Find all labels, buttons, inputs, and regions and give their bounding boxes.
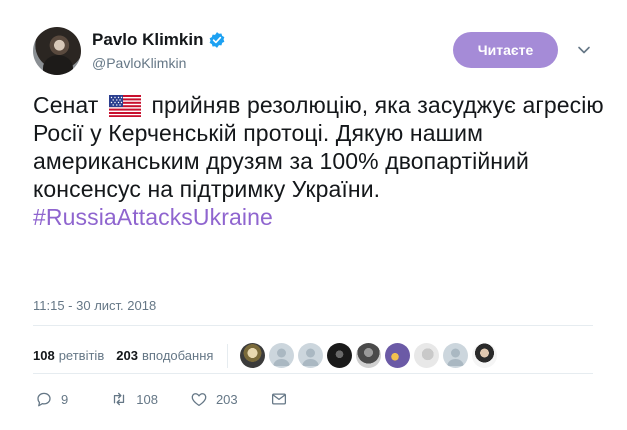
likers-avatars — [240, 343, 498, 368]
liker-avatar[interactable] — [414, 343, 440, 368]
tweet-text-start: Сенат — [33, 92, 99, 118]
liker-avatar[interactable] — [327, 343, 353, 368]
chevron-down-icon[interactable] — [576, 42, 592, 58]
heart-icon — [191, 393, 207, 407]
retweet-count: 108 — [136, 391, 158, 407]
likes-stat-label: вподобання — [141, 348, 214, 363]
tweet-text: Сенат прийняв резолюцію, яка засуджує аг… — [33, 91, 613, 231]
following-button[interactable]: Читаєте — [453, 32, 558, 68]
tweet-actions: 9 108 203 — [35, 390, 288, 408]
retweet-icon — [114, 392, 125, 406]
hashtag-link[interactable]: #RussiaAttacksUkraine — [33, 204, 273, 230]
liker-avatar[interactable] — [298, 343, 324, 368]
retweets-stat[interactable]: 108 ретвітів — [33, 348, 104, 363]
liker-avatar[interactable] — [240, 343, 266, 368]
direct-message-button[interactable] — [270, 390, 288, 408]
author-avatar[interactable] — [33, 27, 81, 75]
liker-avatar[interactable] — [385, 343, 411, 368]
likes-stat[interactable]: 203 вподобання — [116, 348, 213, 363]
like-button[interactable]: 203 — [190, 390, 238, 408]
retweets-stat-count: 108 — [33, 348, 55, 363]
author-handle[interactable]: @PavloKlimkin — [92, 55, 186, 71]
retweets-stat-label: ретвітів — [58, 348, 105, 363]
divider-bottom — [33, 373, 593, 374]
reply-icon — [37, 392, 51, 407]
likes-stat-count: 203 — [116, 348, 138, 363]
author-name[interactable]: Pavlo Klimkin — [92, 30, 203, 50]
tweet-stats: 108 ретвітів 203 вподобання — [33, 343, 498, 368]
liker-avatar[interactable] — [472, 343, 498, 368]
reply-button[interactable]: 9 — [35, 390, 68, 408]
reply-count: 9 — [61, 391, 69, 407]
like-count: 203 — [215, 391, 238, 407]
retweet-button[interactable]: 108 — [110, 390, 158, 408]
stats-separator — [227, 343, 229, 368]
liker-avatar[interactable] — [269, 343, 295, 368]
author-name-row: Pavlo Klimkin — [92, 30, 226, 50]
divider-top — [33, 325, 593, 326]
us-flag-icon — [108, 95, 141, 117]
verified-badge-icon — [210, 32, 225, 48]
liker-avatar[interactable] — [443, 343, 469, 368]
envelope-icon — [271, 393, 286, 405]
liker-avatar[interactable] — [356, 343, 382, 368]
tweet-timestamp[interactable]: 11:15 - 30 лист. 2018 — [33, 298, 156, 313]
